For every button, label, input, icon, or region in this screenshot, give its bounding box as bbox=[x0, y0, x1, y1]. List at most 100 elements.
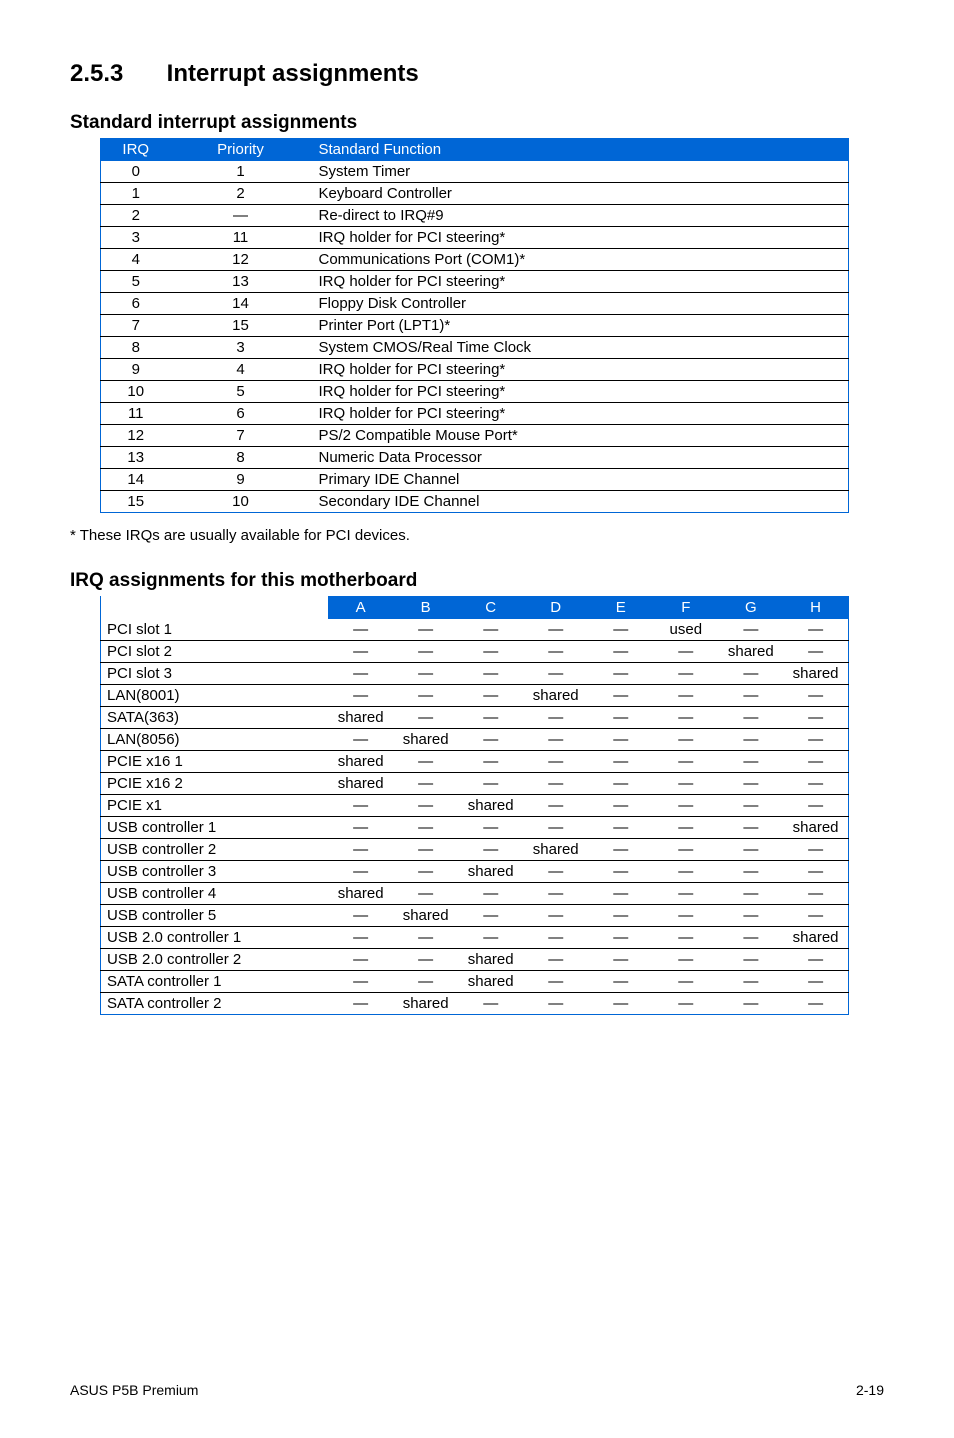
table-row: PCI slot 3———————shared bbox=[101, 663, 849, 685]
cell-value: — bbox=[523, 905, 588, 927]
cell-value: shared bbox=[523, 685, 588, 707]
table-row: USB controller 3——shared————— bbox=[101, 861, 849, 883]
cell-value: — bbox=[588, 905, 653, 927]
footer-right: 2-19 bbox=[856, 1382, 884, 1398]
cell-value: — bbox=[783, 905, 848, 927]
cell-function: IRQ holder for PCI steering* bbox=[311, 381, 849, 403]
cell-value: — bbox=[328, 993, 393, 1015]
cell-value: — bbox=[653, 839, 718, 861]
cell-value: — bbox=[718, 817, 783, 839]
cell-irq: 7 bbox=[101, 315, 171, 337]
table-row: USB controller 1———————shared bbox=[101, 817, 849, 839]
cell-value: — bbox=[783, 729, 848, 751]
cell-value: — bbox=[588, 773, 653, 795]
cell-priority: 8 bbox=[171, 447, 311, 469]
table-row: 116IRQ holder for PCI steering* bbox=[101, 403, 849, 425]
table-row: PCI slot 1—————used—— bbox=[101, 619, 849, 641]
cell-value: shared bbox=[328, 751, 393, 773]
cell-irq: 12 bbox=[101, 425, 171, 447]
cell-value: — bbox=[458, 707, 523, 729]
cell-function: Re-direct to IRQ#9 bbox=[311, 205, 849, 227]
cell-label: PCI slot 2 bbox=[101, 641, 329, 663]
col-c: C bbox=[458, 596, 523, 619]
table-row: 412Communications Port (COM1)* bbox=[101, 249, 849, 271]
cell-label: USB controller 3 bbox=[101, 861, 329, 883]
cell-value: used bbox=[653, 619, 718, 641]
cell-value: — bbox=[653, 883, 718, 905]
table-row: USB 2.0 controller 2——shared————— bbox=[101, 949, 849, 971]
cell-value: — bbox=[393, 861, 458, 883]
cell-label: PCIE x1 bbox=[101, 795, 329, 817]
cell-value: — bbox=[718, 861, 783, 883]
cell-value: — bbox=[783, 751, 848, 773]
cell-value: — bbox=[393, 839, 458, 861]
cell-value: — bbox=[458, 663, 523, 685]
cell-label: PCI slot 1 bbox=[101, 619, 329, 641]
cell-function: System Timer bbox=[311, 161, 849, 183]
cell-value: — bbox=[458, 685, 523, 707]
cell-value: — bbox=[783, 839, 848, 861]
cell-priority: 5 bbox=[171, 381, 311, 403]
table-row: 311IRQ holder for PCI steering* bbox=[101, 227, 849, 249]
cell-value: — bbox=[588, 817, 653, 839]
cell-value: — bbox=[783, 685, 848, 707]
cell-label: USB controller 1 bbox=[101, 817, 329, 839]
cell-value: — bbox=[783, 773, 848, 795]
cell-value: — bbox=[653, 861, 718, 883]
cell-value: shared bbox=[523, 839, 588, 861]
table-row: 138Numeric Data Processor bbox=[101, 447, 849, 469]
cell-value: — bbox=[328, 729, 393, 751]
cell-value: shared bbox=[458, 795, 523, 817]
cell-irq: 13 bbox=[101, 447, 171, 469]
cell-function: Keyboard Controller bbox=[311, 183, 849, 205]
cell-value: — bbox=[653, 817, 718, 839]
cell-value: — bbox=[783, 861, 848, 883]
cell-value: — bbox=[588, 729, 653, 751]
cell-value: — bbox=[393, 883, 458, 905]
cell-value: — bbox=[718, 905, 783, 927]
cell-value: — bbox=[393, 795, 458, 817]
cell-value: — bbox=[393, 619, 458, 641]
cell-value: — bbox=[588, 839, 653, 861]
cell-label: USB 2.0 controller 1 bbox=[101, 927, 329, 949]
cell-value: — bbox=[328, 905, 393, 927]
cell-value: — bbox=[783, 993, 848, 1015]
table-row: 149Primary IDE Channel bbox=[101, 469, 849, 491]
col-f: F bbox=[653, 596, 718, 619]
col-h: H bbox=[783, 596, 848, 619]
table-row: 127PS/2 Compatible Mouse Port* bbox=[101, 425, 849, 447]
col-irq: IRQ bbox=[101, 138, 171, 161]
col-e: E bbox=[588, 596, 653, 619]
cell-value: — bbox=[588, 993, 653, 1015]
cell-value: — bbox=[588, 707, 653, 729]
subheading-standard: Standard interrupt assignments bbox=[70, 112, 884, 134]
cell-value: — bbox=[328, 795, 393, 817]
cell-value: — bbox=[458, 993, 523, 1015]
cell-label: SATA(363) bbox=[101, 707, 329, 729]
table-row: 94IRQ holder for PCI steering* bbox=[101, 359, 849, 381]
cell-value: — bbox=[783, 883, 848, 905]
col-blank bbox=[101, 596, 329, 619]
cell-value: — bbox=[653, 641, 718, 663]
cell-priority: 12 bbox=[171, 249, 311, 271]
cell-value: — bbox=[523, 773, 588, 795]
cell-label: PCIE x16 1 bbox=[101, 751, 329, 773]
col-d: D bbox=[523, 596, 588, 619]
cell-value: — bbox=[588, 927, 653, 949]
cell-label: LAN(8001) bbox=[101, 685, 329, 707]
cell-value: — bbox=[588, 685, 653, 707]
footer-left: ASUS P5B Premium bbox=[70, 1382, 198, 1398]
cell-value: — bbox=[458, 905, 523, 927]
cell-priority: 7 bbox=[171, 425, 311, 447]
cell-value: — bbox=[458, 619, 523, 641]
cell-function: Numeric Data Processor bbox=[311, 447, 849, 469]
cell-value: — bbox=[718, 685, 783, 707]
cell-irq: 0 bbox=[101, 161, 171, 183]
section-heading: 2.5.3 Interrupt assignments bbox=[70, 60, 884, 88]
col-function: Standard Function bbox=[311, 138, 849, 161]
table-row: PCIE x16 2shared——————— bbox=[101, 773, 849, 795]
table-row: USB controller 5—shared—————— bbox=[101, 905, 849, 927]
cell-function: Floppy Disk Controller bbox=[311, 293, 849, 315]
cell-function: System CMOS/Real Time Clock bbox=[311, 337, 849, 359]
subheading-irq-motherboard: IRQ assignments for this motherboard bbox=[70, 570, 884, 592]
